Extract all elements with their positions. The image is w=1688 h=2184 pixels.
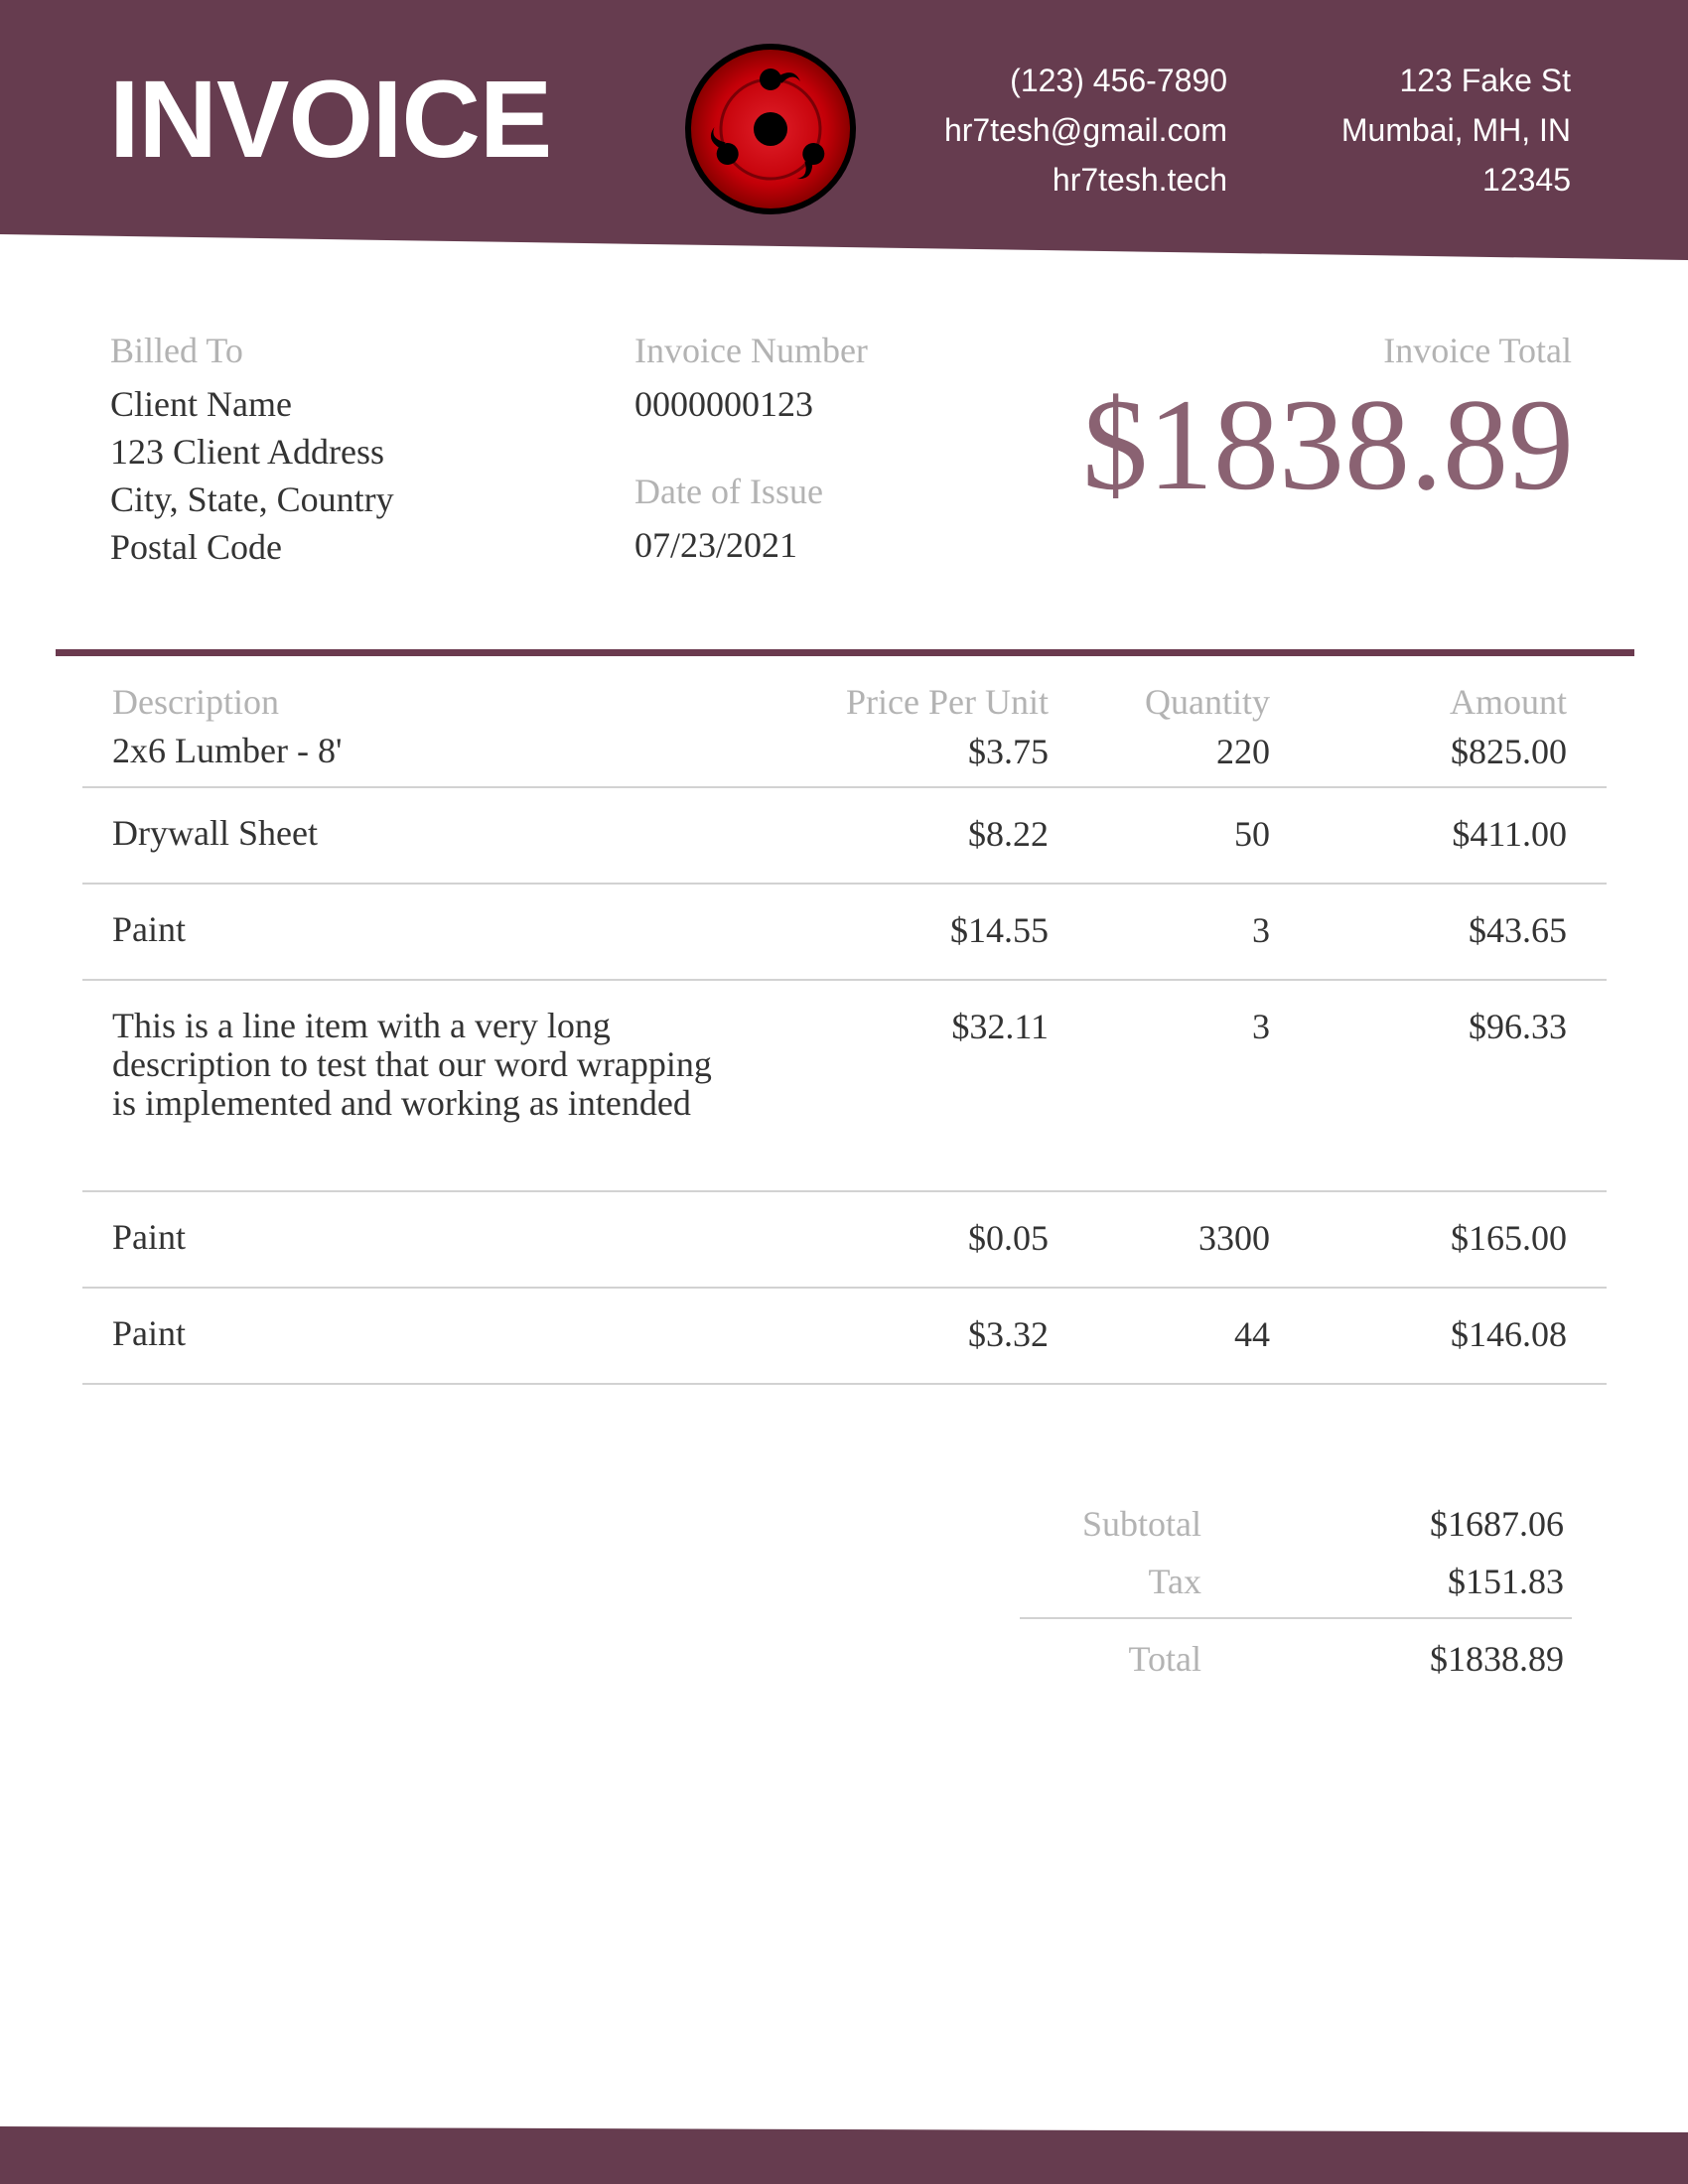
item-amount: $165.00 xyxy=(1451,1218,1567,1258)
client-name: Client Name xyxy=(110,384,292,424)
item-price: $3.32 xyxy=(968,1314,1049,1354)
table-row: Drywall Sheet $8.22 50 $411.00 xyxy=(82,788,1607,885)
invoice-number: 0000000123 xyxy=(634,384,813,424)
subtotal-label: Subtotal xyxy=(1081,1504,1201,1544)
tax-value: $151.83 xyxy=(1448,1562,1564,1601)
billed-to-label: Billed To xyxy=(110,331,243,370)
item-price: $32.11 xyxy=(951,1007,1049,1046)
item-quantity: 44 xyxy=(1234,1314,1270,1354)
item-amount: $825.00 xyxy=(1451,732,1567,771)
total-label: Total xyxy=(1128,1639,1201,1679)
table-header: Description Price Per Unit Quantity Amou… xyxy=(82,680,1607,735)
table-row: Paint $0.05 3300 $165.00 xyxy=(82,1192,1607,1289)
company-address: 123 Fake St Mumbai, MH, IN 12345 xyxy=(1251,56,1571,205)
sharingan-logo-icon xyxy=(685,44,856,214)
email-address: hr7tesh@gmail.com xyxy=(943,112,1227,148)
date-of-issue-label: Date of Issue xyxy=(634,472,823,511)
column-header-quantity: Quantity xyxy=(1145,682,1270,722)
totals-divider xyxy=(1020,1617,1572,1619)
date-of-issue: 07/23/2021 xyxy=(634,525,798,565)
item-description: Paint xyxy=(112,1313,187,1353)
section-divider xyxy=(56,649,1634,656)
item-price: $8.22 xyxy=(968,814,1049,854)
item-description: Paint xyxy=(112,909,187,949)
footer-band xyxy=(0,2126,1688,2184)
tax-row: Tax $151.83 xyxy=(1020,1562,1572,1601)
client-address: 123 Client Address xyxy=(110,432,384,472)
table-row: Paint $3.32 44 $146.08 xyxy=(82,1289,1607,1385)
line-items-table: Description Price Per Unit Quantity Amou… xyxy=(82,680,1607,1385)
table-row: Paint $14.55 3 $43.65 xyxy=(82,885,1607,981)
invoice-total-amount: $1838.89 xyxy=(1082,371,1574,517)
total-value: $1838.89 xyxy=(1430,1639,1564,1679)
phone-number: (123) 456-7890 xyxy=(1010,63,1227,98)
item-quantity: 3 xyxy=(1252,910,1270,950)
item-amount: $146.08 xyxy=(1451,1314,1567,1354)
website: hr7tesh.tech xyxy=(1052,162,1227,198)
client-city: City, State, Country xyxy=(110,479,394,519)
column-header-amount: Amount xyxy=(1449,682,1567,722)
item-price: $14.55 xyxy=(950,910,1049,950)
item-description: This is a line item with a very long des… xyxy=(112,1006,712,1123)
totals-section: Subtotal $1687.06 Tax $151.83 Total $183… xyxy=(1020,1504,1572,1697)
invoice-title: INVOICE xyxy=(109,59,552,181)
item-amount: $411.00 xyxy=(1452,814,1567,854)
client-postal: Postal Code xyxy=(110,527,283,567)
city-address: Mumbai, MH, IN xyxy=(1340,112,1571,148)
invoice-number-label: Invoice Number xyxy=(634,331,868,370)
date-of-issue-section: Date of Issue 07/23/2021 xyxy=(634,472,823,569)
item-description: Paint xyxy=(112,1217,187,1257)
item-price: $0.05 xyxy=(968,1218,1049,1258)
total-row: Total $1838.89 xyxy=(1020,1639,1572,1697)
tax-label: Tax xyxy=(1148,1562,1201,1601)
item-quantity: 3 xyxy=(1252,1007,1270,1046)
item-amount: $96.33 xyxy=(1469,1007,1567,1046)
item-description: 2x6 Lumber - 8' xyxy=(112,731,343,770)
item-quantity: 220 xyxy=(1216,732,1270,771)
subtotal-row: Subtotal $1687.06 xyxy=(1020,1504,1572,1562)
table-row: 2x6 Lumber - 8' $3.75 220 $825.00 xyxy=(82,731,1607,788)
contact-info: (123) 456-7890 hr7tesh@gmail.com hr7tesh… xyxy=(894,56,1227,205)
item-quantity: 50 xyxy=(1234,814,1270,854)
subtotal-value: $1687.06 xyxy=(1430,1504,1564,1544)
postal-code: 12345 xyxy=(1482,162,1571,198)
item-quantity: 3300 xyxy=(1198,1218,1270,1258)
billed-to-section: Billed To Client Name 123 Client Address… xyxy=(110,331,394,571)
column-header-description: Description xyxy=(112,682,279,722)
column-header-price: Price Per Unit xyxy=(846,682,1049,722)
street-address: 123 Fake St xyxy=(1399,63,1571,98)
invoice-total-label: Invoice Total xyxy=(1383,331,1572,370)
table-row: This is a line item with a very long des… xyxy=(82,981,1607,1192)
invoice-total-section: Invoice Total $1838.89 xyxy=(993,331,1574,519)
item-description: Drywall Sheet xyxy=(112,813,318,853)
item-amount: $43.65 xyxy=(1469,910,1567,950)
item-price: $3.75 xyxy=(968,732,1049,771)
invoice-number-section: Invoice Number 0000000123 xyxy=(634,331,868,428)
